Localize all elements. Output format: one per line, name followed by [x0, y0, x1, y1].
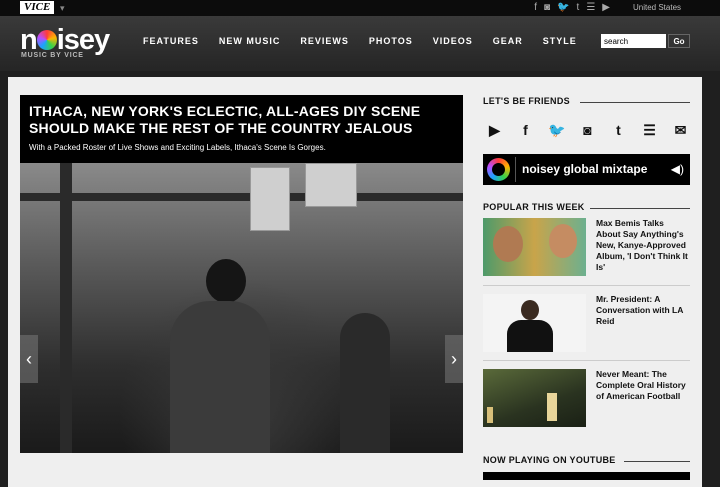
performer-head — [206, 259, 246, 303]
nav-new-music[interactable]: NEW MUSIC — [219, 36, 281, 47]
popular-item[interactable]: Max Bemis Talks About Say Anything's New… — [483, 218, 690, 278]
popular-title[interactable]: Mr. President: A Conversation with LA Re… — [596, 294, 690, 327]
background-musician — [340, 313, 390, 453]
color-wheel-icon — [487, 158, 510, 181]
carousel-prev-button[interactable]: ‹ — [20, 335, 38, 383]
nav-photos[interactable]: PHOTOS — [369, 36, 413, 47]
top-bar: VICE ▾ f ◙ 🐦 t ☰ ▶ United States — [0, 0, 720, 16]
now-playing-heading: NOW PLAYING ON YOUTUBE — [483, 455, 616, 465]
speaker-icon: ◀) — [670, 162, 684, 176]
divider — [483, 360, 690, 361]
logo-color-wheel-icon — [36, 30, 57, 50]
nav-gear[interactable]: GEAR — [493, 36, 523, 47]
popular-thumbnail[interactable] — [483, 369, 586, 427]
tumblr-icon[interactable]: t — [577, 2, 580, 14]
divider — [624, 461, 690, 462]
nav-videos[interactable]: VIDEOS — [433, 36, 473, 47]
divider — [515, 157, 516, 182]
rss-icon[interactable]: ☰ — [641, 122, 658, 138]
youtube-icon[interactable]: ▶ — [602, 2, 610, 14]
performer-body — [170, 301, 270, 453]
mixtape-label: noisey global mixtape — [522, 162, 648, 176]
popular-heading: POPULAR THIS WEEK — [483, 202, 585, 212]
region-selector[interactable]: United States — [633, 2, 681, 14]
nav-reviews[interactable]: REVIEWS — [300, 36, 349, 47]
popular-item[interactable]: Mr. President: A Conversation with LA Re… — [483, 294, 690, 352]
friends-heading: LET'S BE FRIENDS — [483, 96, 570, 106]
go-button[interactable]: Go — [668, 34, 690, 48]
search-input[interactable] — [601, 34, 666, 48]
feature-subtitle: With a Packed Roster of Live Shows and E… — [29, 143, 326, 152]
global-mixtape-banner[interactable]: noisey global mixtape ◀) — [483, 154, 690, 185]
photo-beam — [60, 163, 72, 453]
divider — [590, 208, 690, 209]
popular-title[interactable]: Max Bemis Talks About Say Anything's New… — [596, 218, 690, 273]
facebook-icon[interactable]: f — [534, 2, 537, 14]
carousel-next-button[interactable]: › — [445, 335, 463, 383]
divider — [580, 102, 690, 103]
instagram-icon[interactable]: ◙ — [544, 2, 550, 14]
rss-icon[interactable]: ☰ — [586, 2, 595, 14]
feature-photo[interactable]: ‹ › — [20, 163, 463, 453]
tumblr-icon[interactable]: t — [610, 122, 627, 138]
popular-item[interactable]: Never Meant: The Complete Oral History o… — [483, 369, 690, 427]
twitter-icon[interactable]: 🐦 — [548, 122, 565, 138]
featured-article[interactable]: ITHACA, NEW YORK'S ECLECTIC, ALL-AGES DI… — [20, 95, 463, 453]
instagram-icon[interactable]: ◙ — [579, 122, 596, 138]
chevron-down-icon[interactable]: ▾ — [60, 1, 65, 15]
facebook-icon[interactable]: f — [517, 122, 534, 138]
noisey-logo[interactable]: n isey — [20, 25, 110, 55]
popular-thumbnail[interactable] — [483, 218, 586, 276]
divider — [483, 285, 690, 286]
main-nav: FEATURES NEW MUSIC REVIEWS PHOTOS VIDEOS… — [143, 36, 577, 47]
mail-icon[interactable]: ✉ — [672, 122, 689, 138]
popular-title[interactable]: Never Meant: The Complete Oral History o… — [596, 369, 690, 402]
social-links: ▶ f 🐦 ◙ t ☰ ✉ — [486, 122, 689, 138]
nav-style[interactable]: STYLE — [543, 36, 577, 47]
photo-beam — [20, 193, 463, 201]
feature-title[interactable]: ITHACA, NEW YORK'S ECLECTIC, ALL-AGES DI… — [29, 103, 454, 137]
youtube-player[interactable] — [483, 472, 690, 480]
popular-thumbnail[interactable] — [483, 294, 586, 352]
site-header: n isey MUSIC BY VICE FEATURES NEW MUSIC R… — [0, 16, 720, 71]
photo-poster — [250, 167, 290, 231]
youtube-icon[interactable]: ▶ — [486, 122, 503, 138]
top-social-icons: f ◙ 🐦 t ☰ ▶ — [534, 2, 610, 14]
photo-poster — [305, 163, 357, 207]
tagline: MUSIC BY VICE — [21, 52, 84, 59]
twitter-icon[interactable]: 🐦 — [557, 2, 569, 14]
nav-features[interactable]: FEATURES — [143, 36, 199, 47]
vice-logo[interactable]: VICE — [20, 1, 55, 14]
